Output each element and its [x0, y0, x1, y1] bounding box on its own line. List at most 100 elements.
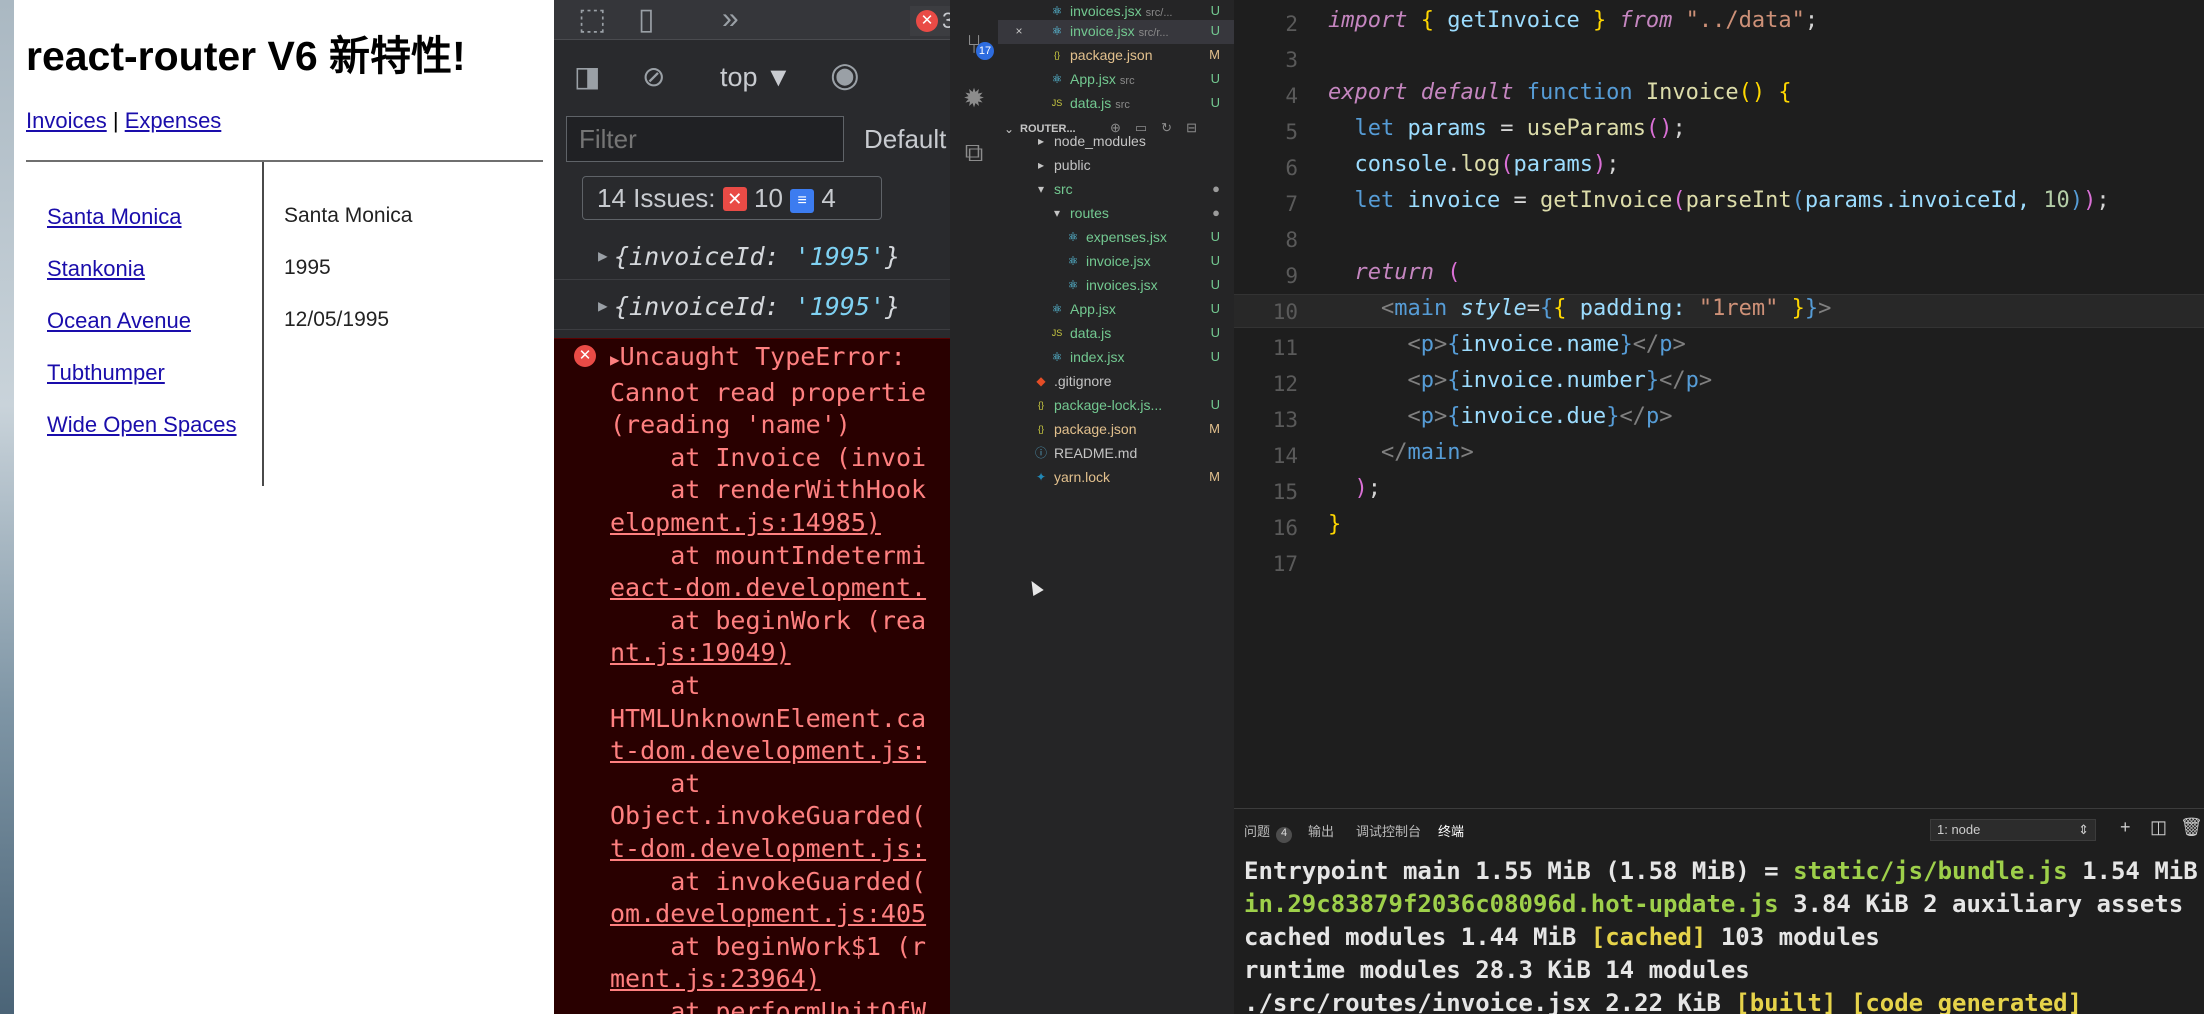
invoice-list-item: Santa Monica: [47, 204, 237, 256]
close-icon[interactable]: ×: [1012, 24, 1026, 38]
split-terminal-icon[interactable]: ◫: [2150, 817, 2167, 838]
explorer-item-label: index.jsx: [1070, 349, 1125, 365]
json-file-icon: {}: [1037, 400, 1044, 410]
page-title: react-router V6 新特性!: [26, 33, 466, 79]
explorer-item[interactable]: ▾ src ●: [998, 178, 1234, 202]
explorer-item[interactable]: JS data.js src U: [998, 92, 1234, 116]
terminal-output[interactable]: Entrypoint main 1.55 MiB (1.58 MiB) = st…: [1244, 855, 2198, 1014]
error-source-link[interactable]: t-dom.development.js:: [610, 736, 926, 765]
error-source-link[interactable]: nt.js:19049): [610, 638, 791, 667]
debug-icon[interactable]: ✹: [960, 84, 988, 112]
explorer-item[interactable]: ⓘ README.md: [998, 442, 1234, 466]
explorer-item[interactable]: ▸ public: [998, 154, 1234, 178]
console-log-row[interactable]: ▶ {invoiceId: '1995'}: [554, 232, 950, 280]
nav-link-expenses[interactable]: Expenses: [125, 108, 222, 133]
bottom-panel: 问题 4 输出 调试控制台 终端 1: node ⇕ + ◫ 🗑 Entrypoin…: [1234, 808, 2204, 1014]
expand-triangle-icon[interactable]: ▶: [610, 350, 620, 369]
invoice-link[interactable]: Wide Open Spaces: [47, 412, 237, 437]
console-filter-input[interactable]: [566, 116, 844, 162]
new-terminal-plus-icon[interactable]: +: [2120, 817, 2131, 838]
info-file-icon: ⓘ: [1034, 446, 1047, 460]
terminal-selector[interactable]: 1: node ⇕: [1930, 819, 2096, 841]
explorer-item[interactable]: ⚛ index.jsx U: [998, 346, 1234, 370]
expand-triangle-icon[interactable]: ▶: [598, 246, 608, 265]
invoice-name: Santa Monica: [284, 204, 413, 227]
tab-terminal[interactable]: 终端: [1438, 821, 1464, 840]
explorer-item[interactable]: {} package.json M: [998, 418, 1234, 442]
invoice-detail: Santa Monica 1995 12/05/1995: [284, 204, 412, 360]
explorer-item-label: data.js: [1070, 325, 1112, 341]
log-suffix: }: [884, 242, 900, 271]
main-nav: Invoices | Expenses: [26, 108, 221, 134]
error-source-link[interactable]: elopment.js:14985): [610, 508, 881, 537]
error-source-link[interactable]: t-dom.development.js:: [610, 834, 926, 863]
tab-debug-console[interactable]: 调试控制台: [1356, 821, 1421, 840]
device-toolbar-icon[interactable]: ▯: [638, 5, 655, 35]
git-status-badge: U: [1210, 71, 1220, 86]
explorer-item-label: invoices.jsx: [1086, 277, 1158, 293]
explorer-item[interactable]: ▸ node_modules: [998, 130, 1234, 154]
tab-problems[interactable]: 问题 4: [1244, 821, 1293, 843]
tab-output[interactable]: 输出: [1308, 821, 1334, 840]
invoice-number: 1995: [284, 256, 331, 279]
expand-triangle-icon[interactable]: ▶: [598, 296, 608, 315]
extensions-icon[interactable]: ⧉: [960, 138, 988, 166]
error-stack-trace: ▶Uncaught TypeError: Cannot read propert…: [610, 341, 926, 1014]
inspect-element-icon[interactable]: ⬚: [578, 5, 606, 35]
explorer-item[interactable]: ▾ routes ●: [998, 202, 1234, 226]
invoice-link[interactable]: Santa Monica: [47, 204, 182, 229]
invoice-link[interactable]: Tubthumper: [47, 360, 165, 385]
context-selector[interactable]: top ▼: [720, 62, 792, 93]
error-line: at renderWithHook: [610, 475, 927, 505]
git-status-badge: M: [1209, 421, 1220, 436]
error-count-tab[interactable]: ✕ 3: [910, 6, 950, 36]
explorer-item[interactable]: ◆ .gitignore: [998, 370, 1234, 394]
error-source-link[interactable]: om.development.js:405: [610, 899, 926, 928]
explorer-item[interactable]: {} package.json M: [998, 44, 1234, 68]
error-line: at performUnitOfW: [610, 996, 927, 1014]
explorer-item[interactable]: ⚛ expenses.jsx U: [998, 226, 1234, 250]
clear-console-icon[interactable]: ⊘: [642, 62, 665, 92]
live-expression-eye-icon[interactable]: ◉: [830, 58, 860, 92]
error-source-link[interactable]: eact-dom.development.: [610, 573, 926, 602]
error-icon: ✕: [574, 345, 596, 367]
line-number: 3: [1285, 48, 1298, 72]
explorer-item[interactable]: JS data.js U: [998, 322, 1234, 346]
explorer-item[interactable]: ⚛ invoice.jsx U: [998, 250, 1234, 274]
json-file-icon: {}: [1037, 424, 1044, 434]
line-number: 13: [1272, 408, 1298, 432]
show-sidebar-icon[interactable]: ◨: [574, 62, 600, 92]
error-source-link[interactable]: ment.js:23964): [610, 964, 821, 993]
invoice-link[interactable]: Ocean Avenue: [47, 308, 191, 333]
invoice-list-item: Stankonia: [47, 256, 237, 308]
explorer-item[interactable]: ✦ yarn.lock M: [998, 466, 1234, 490]
error-line: Uncaught TypeError:: [619, 342, 906, 371]
console-error-message[interactable]: ✕ ▶Uncaught TypeError: Cannot read prope…: [554, 338, 950, 1014]
explorer-item[interactable]: × ⚛ invoice.jsx src/r... U: [998, 20, 1234, 44]
log-levels-dropdown[interactable]: Default: [864, 124, 946, 155]
line-number: 10: [1272, 300, 1298, 324]
nav-separator: |: [112, 108, 119, 133]
code-editor[interactable]: 2 3 4 5 6 7 8 9 10 11 12 13 14 15 16 17 import { getInv…: [1234, 0, 2204, 800]
error-icon: ✕: [916, 10, 938, 32]
react-file-icon: ⚛: [1067, 254, 1079, 268]
explorer-item-label: expenses.jsx: [1086, 229, 1167, 245]
explorer-item[interactable]: ⚛ App.jsx src U: [998, 68, 1234, 92]
nav-link-invoices[interactable]: Invoices: [26, 108, 107, 133]
json-file-icon: {}: [1053, 50, 1060, 60]
explorer-item[interactable]: ⚛ invoices.jsx U: [998, 274, 1234, 298]
explorer-item[interactable]: ⚛ App.jsx U: [998, 298, 1234, 322]
git-status-badge: ●: [1212, 181, 1220, 196]
code-line: return (: [1354, 260, 1461, 285]
invoice-link[interactable]: Stankonia: [47, 256, 145, 281]
sidebar-divider: [262, 162, 264, 486]
error-badge-icon: ✕: [722, 187, 747, 211]
console-log-row[interactable]: ▶ {invoiceId: '1995'}: [554, 282, 950, 330]
line-number: 11: [1272, 336, 1298, 360]
issues-button[interactable]: 14 Issues: ✕ 10 ≡ 4: [582, 176, 882, 220]
line-number: 8: [1285, 228, 1298, 252]
explorer-item[interactable]: {} package-lock.js... U: [998, 394, 1234, 418]
react-file-icon: ⚛: [1051, 350, 1063, 364]
more-tabs-chevron-icon[interactable]: »: [722, 4, 739, 34]
trash-icon[interactable]: 🗑: [2180, 817, 2203, 838]
